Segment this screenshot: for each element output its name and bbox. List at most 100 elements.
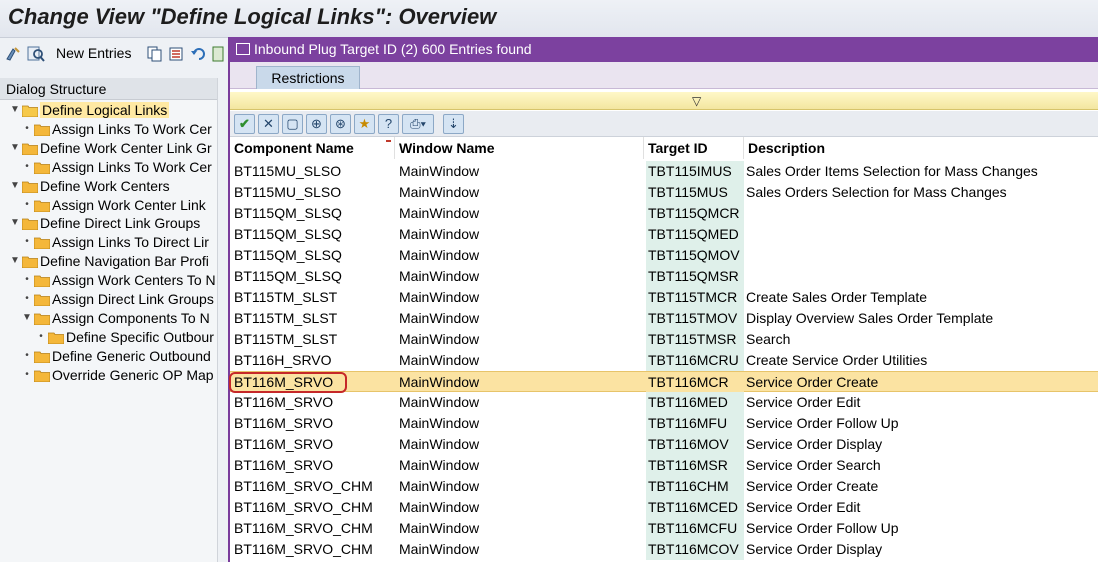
cell-component-name[interactable]: BT116M_SRVO_CHM <box>234 499 394 515</box>
table-row[interactable]: BT115TM_SLST MainWindow TBT115TMSR Search <box>230 329 1098 350</box>
cell-window-name[interactable]: MainWindow <box>399 415 645 431</box>
column-header-component-name[interactable]: Component Name <box>230 137 395 159</box>
tree-item[interactable]: ▼ Define Work Centers <box>10 177 218 196</box>
cell-component-name[interactable]: BT116M_SRVO_CHM <box>234 478 394 494</box>
cell-target-id[interactable]: TBT115TMOV <box>646 308 744 329</box>
cell-window-name[interactable]: MainWindow <box>399 520 645 536</box>
confirm-icon[interactable]: ✔ <box>234 114 255 134</box>
cell-description[interactable]: Service Order Create <box>746 478 1096 494</box>
expand-arrow-icon[interactable]: ▼ <box>10 180 20 191</box>
cell-description[interactable]: Service Order Create <box>746 374 1096 390</box>
tree-item[interactable]: • Assign Links To Work Cer <box>22 120 218 139</box>
delete-icon[interactable] <box>168 45 186 63</box>
cell-target-id[interactable]: TBT116MFU <box>646 413 744 434</box>
copy-icon[interactable] <box>146 45 164 63</box>
new-entries-button[interactable]: New Entries <box>56 45 131 61</box>
cell-target-id[interactable]: TBT116MCR <box>646 372 744 393</box>
tree-item[interactable]: • Assign Direct Link Groups <box>22 290 218 309</box>
popup-titlebar[interactable]: Inbound Plug Target ID (2) 600 Entries f… <box>230 37 1098 62</box>
cell-window-name[interactable]: MainWindow <box>399 457 645 473</box>
column-header-window-name[interactable]: Window Name <box>395 137 644 159</box>
table-row[interactable]: BT116M_SRVO MainWindow TBT116MED Service Or… <box>230 392 1098 413</box>
cell-component-name[interactable]: BT116M_SRVO <box>234 436 394 452</box>
tree-item[interactable]: ▼ Define Direct Link Groups <box>10 214 218 233</box>
table-row[interactable]: BT115QM_SLSQ MainWindow TBT115QMED <box>230 224 1098 245</box>
cell-window-name[interactable]: MainWindow <box>399 352 645 368</box>
cell-target-id[interactable]: TBT116MSR <box>646 455 744 476</box>
table-row[interactable]: BT116M_SRVO_CHM MainWindow TBT116MCED Servi… <box>230 497 1098 518</box>
cell-component-name[interactable]: BT116M_SRVO <box>234 415 394 431</box>
help-icon[interactable]: ? <box>378 114 399 134</box>
cell-description[interactable]: Service Order Display <box>746 436 1096 452</box>
cell-target-id[interactable]: TBT115QMOV <box>646 245 744 266</box>
cell-window-name[interactable]: MainWindow <box>399 310 645 326</box>
cell-description[interactable]: Service Order Display <box>746 541 1096 557</box>
cell-window-name[interactable]: MainWindow <box>399 331 645 347</box>
cell-target-id[interactable]: TBT116CHM <box>646 476 744 497</box>
cell-target-id[interactable]: TBT115QMCR <box>646 203 744 224</box>
display-change-icon[interactable] <box>4 45 22 63</box>
print-menu-icon[interactable]: ⎙▾ <box>402 114 434 134</box>
pin-icon[interactable]: ⇣ <box>443 114 464 134</box>
table-row[interactable]: BT115QM_SLSQ MainWindow TBT115QMSR <box>230 266 1098 287</box>
tree-item[interactable]: ▼ Define Navigation Bar Profi <box>10 252 218 271</box>
tree-item[interactable]: ▼ Assign Components To N <box>22 309 218 328</box>
restrictions-collapse-bar[interactable]: ▽ <box>230 92 1098 110</box>
cell-window-name[interactable]: MainWindow <box>399 436 645 452</box>
cell-description[interactable]: Create Service Order Utilities <box>746 352 1096 368</box>
cell-target-id[interactable]: TBT116MOV <box>646 434 744 455</box>
cell-target-id[interactable]: TBT115IMUS <box>646 161 744 182</box>
cell-target-id[interactable]: TBT116MCOV <box>646 539 744 560</box>
table-row[interactable]: BT116M_SRVO MainWindow TBT116MSR Service Or… <box>230 455 1098 476</box>
cell-component-name[interactable]: BT115QM_SLSQ <box>234 226 394 242</box>
cell-component-name[interactable]: BT116M_SRVO <box>234 457 394 473</box>
table-row[interactable]: BT116M_SRVO MainWindow TBT116MCR Service Or… <box>230 371 1098 393</box>
cell-window-name[interactable]: MainWindow <box>399 226 645 242</box>
table-row[interactable]: BT115QM_SLSQ MainWindow TBT115QMOV <box>230 245 1098 266</box>
cell-component-name[interactable]: BT116M_SRVO_CHM <box>234 520 394 536</box>
cell-window-name[interactable]: MainWindow <box>399 163 645 179</box>
cell-description[interactable]: Sales Orders Selection for Mass Changes <box>746 184 1096 200</box>
cell-window-name[interactable]: MainWindow <box>399 289 645 305</box>
cell-window-name[interactable]: MainWindow <box>399 478 645 494</box>
undo-icon[interactable] <box>190 45 208 63</box>
cell-target-id[interactable]: TBT115TMSR <box>646 329 744 350</box>
cell-component-name[interactable]: BT115MU_SLSO <box>234 184 394 200</box>
tree-item[interactable]: • Assign Work Center Link <box>22 196 218 215</box>
tree-item[interactable]: ▼ Define Work Center Link Gr <box>10 139 218 158</box>
cell-target-id[interactable]: TBT115MUS <box>646 182 744 203</box>
column-header-description[interactable]: Description <box>744 137 1098 159</box>
table-row[interactable]: BT116H_SRVO MainWindow TBT116MCRU Create Se… <box>230 350 1098 371</box>
cell-component-name[interactable]: BT115QM_SLSQ <box>234 268 394 284</box>
cell-description[interactable]: Display Overview Sales Order Template <box>746 310 1096 326</box>
cell-component-name[interactable]: BT115TM_SLST <box>234 331 394 347</box>
cell-description[interactable]: Service Order Edit <box>746 499 1096 515</box>
cell-window-name[interactable]: MainWindow <box>399 184 645 200</box>
cell-component-name[interactable]: BT115QM_SLSQ <box>234 205 394 221</box>
cell-window-name[interactable]: MainWindow <box>399 374 645 390</box>
cell-component-name[interactable]: BT115MU_SLSO <box>234 163 394 179</box>
cell-window-name[interactable]: MainWindow <box>399 247 645 263</box>
cell-component-name[interactable]: BT115QM_SLSQ <box>234 247 394 263</box>
cell-description[interactable]: Service Order Follow Up <box>746 520 1096 536</box>
cell-window-name[interactable]: MainWindow <box>399 499 645 515</box>
table-row[interactable]: BT116M_SRVO MainWindow TBT116MFU Service Or… <box>230 413 1098 434</box>
select-all-icon[interactable] <box>212 45 224 63</box>
find-binoculars-icon[interactable]: ⊕ <box>306 114 327 134</box>
cell-component-name[interactable]: BT116M_SRVO_CHM <box>234 541 394 557</box>
cancel-icon[interactable]: ✕ <box>258 114 279 134</box>
cell-description[interactable]: Sales Order Items Selection for Mass Cha… <box>746 163 1096 179</box>
cell-description[interactable]: Service Order Search <box>746 457 1096 473</box>
tree-item[interactable]: • Assign Links To Direct Lir <box>22 233 218 252</box>
tab-restrictions[interactable]: Restrictions <box>256 66 360 89</box>
cell-target-id[interactable]: TBT115QMED <box>646 224 744 245</box>
find-next-icon[interactable]: ⊛ <box>330 114 351 134</box>
cell-component-name[interactable]: BT115TM_SLST <box>234 289 394 305</box>
tree-item[interactable]: • Define Generic Outbound <box>22 347 218 366</box>
cell-description[interactable]: Service Order Follow Up <box>746 415 1096 431</box>
tree-item[interactable]: • Assign Work Centers To N <box>22 271 218 290</box>
expand-arrow-icon[interactable]: ▼ <box>22 312 32 323</box>
table-row[interactable]: BT116M_SRVO_CHM MainWindow TBT116MCFU Servi… <box>230 518 1098 539</box>
collapse-arrow-icon[interactable]: ▽ <box>692 94 701 108</box>
expand-arrow-icon[interactable]: ▼ <box>10 142 20 153</box>
